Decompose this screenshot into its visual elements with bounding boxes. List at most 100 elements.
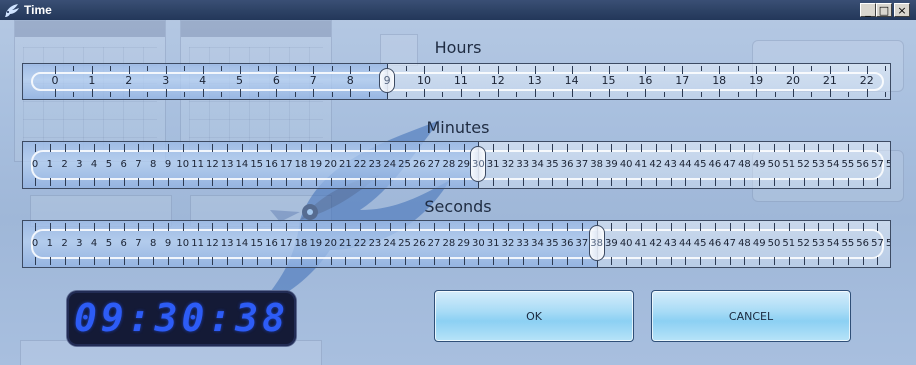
minutes-label[interactable]: 15 [250,159,263,170]
minutes-label[interactable]: 1 [47,159,53,170]
seconds-label[interactable]: 23 [369,238,382,249]
minutes-label[interactable]: 45 [694,159,707,170]
seconds-label[interactable]: 32 [502,238,515,249]
seconds-label[interactable]: 8 [150,238,156,249]
minutes-label[interactable]: 34 [531,159,544,170]
seconds-label[interactable]: 4 [91,238,97,249]
minutes-slider[interactable]: 0 1 2 3 4 5 6 7 8 9 10 11 12 13 14 15 16 17 18 19 20 21 22 23 24… [22,141,891,189]
hours-label[interactable]: 8 [347,74,354,87]
hours-label[interactable]: 2 [125,74,132,87]
hours-label[interactable]: 10 [417,74,431,87]
seconds-label[interactable]: 17 [280,238,293,249]
minutes-label[interactable]: 53 [812,159,825,170]
seconds-label[interactable]: 34 [531,238,544,249]
minutes-label[interactable]: 52 [797,159,810,170]
minutes-label[interactable]: 29 [457,159,470,170]
minutes-label[interactable]: 39 [605,159,618,170]
minutes-label[interactable]: 9 [165,159,171,170]
minutes-label[interactable]: 22 [354,159,367,170]
minutes-label[interactable]: 2 [61,159,67,170]
hours-label[interactable]: 0 [52,74,59,87]
seconds-label[interactable]: 48 [738,238,751,249]
hours-label[interactable]: 18 [712,74,726,87]
hours-label[interactable]: 6 [273,74,280,87]
minutes-label[interactable]: 37 [575,159,588,170]
minutes-label[interactable]: 38 [590,159,603,170]
minutes-label[interactable]: 46 [709,159,722,170]
hours-label[interactable]: 7 [310,74,317,87]
seconds-label[interactable]: 41 [635,238,648,249]
seconds-label[interactable]: 28 [442,238,455,249]
minutes-label[interactable]: 33 [516,159,529,170]
close-button[interactable]: × [894,3,910,17]
seconds-label[interactable]: 35 [546,238,559,249]
minutes-label[interactable]: 21 [339,159,352,170]
minutes-label[interactable]: 3 [76,159,82,170]
minutes-label[interactable]: 32 [502,159,515,170]
seconds-label[interactable]: 47 [723,238,736,249]
seconds-label[interactable]: 49 [753,238,766,249]
seconds-label[interactable]: 3 [76,238,82,249]
seconds-label[interactable]: 2 [61,238,67,249]
seconds-label[interactable]: 51 [782,238,795,249]
minutes-label[interactable]: 57 [871,159,884,170]
minutes-label[interactable]: 44 [679,159,692,170]
minutes-label[interactable]: 36 [561,159,574,170]
seconds-label[interactable]: 57 [871,238,884,249]
minutes-label[interactable]: 49 [753,159,766,170]
minutes-label[interactable]: 8 [150,159,156,170]
seconds-label[interactable]: 43 [664,238,677,249]
minutes-label[interactable]: 27 [428,159,441,170]
hours-label[interactable]: 1 [88,74,95,87]
minutes-label[interactable]: 13 [221,159,234,170]
seconds-label[interactable]: 36 [561,238,574,249]
seconds-label[interactable]: 33 [516,238,529,249]
seconds-label[interactable]: 10 [176,238,189,249]
minutes-label[interactable]: 31 [487,159,500,170]
hours-label[interactable]: 16 [638,74,652,87]
seconds-label[interactable]: 27 [428,238,441,249]
minutes-label[interactable]: 41 [635,159,648,170]
seconds-label[interactable]: 18 [295,238,308,249]
minutes-label[interactable]: 48 [738,159,751,170]
minutes-label[interactable]: 42 [649,159,662,170]
seconds-label[interactable]: 53 [812,238,825,249]
seconds-label[interactable]: 45 [694,238,707,249]
hours-label[interactable]: 17 [675,74,689,87]
minutes-label[interactable]: 10 [176,159,189,170]
seconds-label[interactable]: 1 [47,238,53,249]
minutes-label[interactable]: 12 [206,159,219,170]
hours-label[interactable]: 12 [491,74,505,87]
seconds-label[interactable]: 55 [842,238,855,249]
title-bar[interactable]: Time _ □ × [0,0,916,20]
hours-label[interactable]: 20 [786,74,800,87]
seconds-label[interactable]: 52 [797,238,810,249]
minutes-label[interactable]: 43 [664,159,677,170]
minutes-label[interactable]: 11 [191,159,204,170]
seconds-label[interactable]: 16 [265,238,278,249]
seconds-label[interactable]: 14 [236,238,249,249]
minutes-label[interactable]: 16 [265,159,278,170]
minutes-label[interactable]: 26 [413,159,426,170]
minutes-label[interactable]: 28 [442,159,455,170]
minutes-label[interactable]: 20 [324,159,337,170]
seconds-label[interactable]: 7 [135,238,141,249]
seconds-label[interactable]: 30 [472,238,485,249]
cancel-button[interactable]: CANCEL [651,290,851,342]
hours-label[interactable]: 11 [454,74,468,87]
minutes-label[interactable]: 35 [546,159,559,170]
seconds-label[interactable]: 25 [398,238,411,249]
hours-label[interactable]: 22 [860,74,874,87]
hours-label[interactable]: 19 [749,74,763,87]
minutes-label[interactable]: 0 [32,159,38,170]
hours-label[interactable]: 14 [565,74,579,87]
minutes-label[interactable]: 23 [369,159,382,170]
minutes-label[interactable]: 51 [782,159,795,170]
seconds-label[interactable]: 42 [649,238,662,249]
seconds-label[interactable]: 21 [339,238,352,249]
seconds-label[interactable]: 11 [191,238,204,249]
minutes-label[interactable]: 7 [135,159,141,170]
seconds-label[interactable]: 46 [709,238,722,249]
seconds-label[interactable]: 31 [487,238,500,249]
seconds-label[interactable]: 24 [383,238,396,249]
